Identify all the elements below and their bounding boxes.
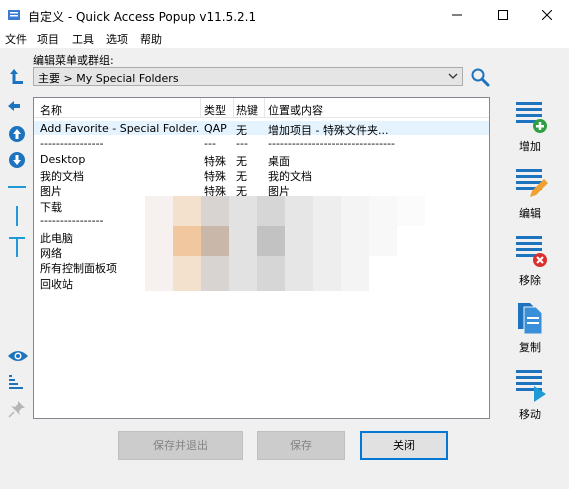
list-item[interactable]: Add Favorite - Special Folder... QAP 无 增…	[34, 121, 489, 137]
move-up-icon[interactable]	[8, 125, 26, 143]
chevron-down-icon	[448, 73, 458, 79]
move-label: 移动	[519, 408, 541, 421]
menu-select[interactable]: 主要 > My Special Folders	[33, 67, 463, 86]
list-header: 名称 类型 热键 位置或内容	[34, 98, 489, 118]
col-hotkey-header[interactable]: 热键	[236, 102, 258, 118]
save-button[interactable]: 保存	[257, 431, 345, 460]
title-bar: 自定义 - Quick Access Popup v11.5.2.1	[0, 0, 569, 30]
menu-items[interactable]: 项目	[37, 31, 59, 47]
minimize-button[interactable]	[434, 0, 479, 30]
edit-menu-label: 编辑菜单或群组:	[33, 54, 114, 67]
copy-label: 复制	[519, 341, 541, 354]
list-item[interactable]: 图片 特殊 无 图片	[34, 182, 489, 198]
close-button[interactable]: 关闭	[360, 431, 448, 460]
window-title: 自定义 - Quick Access Popup v11.5.2.1	[28, 10, 257, 24]
list-item[interactable]: 我的文档 特殊 无 我的文档	[34, 167, 489, 183]
menu-file[interactable]: 文件	[5, 31, 27, 47]
separator-icon[interactable]	[7, 184, 27, 190]
list-item[interactable]: Desktop 特殊 无 桌面	[34, 152, 489, 168]
column-break-icon[interactable]	[7, 205, 27, 227]
minimize-icon	[451, 14, 462, 16]
menu-help[interactable]: 帮助	[140, 31, 162, 47]
redacted-area	[145, 196, 425, 291]
column-divider[interactable]	[200, 98, 201, 118]
pin-icon[interactable]	[8, 400, 26, 418]
search-icon[interactable]	[470, 67, 490, 87]
add-item-icon	[516, 102, 547, 133]
menu-tools[interactable]: 工具	[72, 31, 94, 47]
menu-select-value: 主要 > My Special Folders	[38, 72, 179, 85]
column-divider[interactable]	[264, 98, 265, 118]
remove-label: 移除	[519, 274, 541, 287]
move-down-icon[interactable]	[8, 151, 26, 169]
sort-icon[interactable]	[8, 374, 28, 392]
save-and-exit-button[interactable]: 保存并退出	[118, 431, 243, 460]
column-divider[interactable]	[233, 98, 234, 118]
remove-item-icon	[516, 236, 547, 267]
col-type-header[interactable]: 类型	[204, 102, 226, 118]
copy-icon	[518, 303, 543, 335]
edit-item-icon	[516, 169, 548, 197]
add-label: 增加	[519, 140, 541, 153]
move-item-icon	[516, 370, 546, 402]
maximize-button[interactable]	[480, 0, 525, 30]
eye-icon[interactable]	[7, 348, 29, 364]
text-separator-icon[interactable]	[7, 236, 27, 258]
menu-options[interactable]: 选项	[106, 31, 128, 47]
maximize-icon	[497, 10, 508, 20]
list-item[interactable]: ---------------- --- --- ---------------…	[34, 136, 489, 150]
close-window-button[interactable]	[524, 0, 569, 30]
col-location-header[interactable]: 位置或内容	[268, 102, 323, 118]
col-name-header[interactable]: 名称	[40, 102, 62, 118]
menu-bar: 文件 项目 工具 选项 帮助	[0, 30, 569, 48]
parent-menu-button[interactable]	[8, 66, 28, 86]
edit-label: 编辑	[519, 207, 541, 220]
close-icon	[541, 10, 552, 20]
app-icon	[8, 10, 20, 20]
arrow-left-icon[interactable]	[7, 99, 21, 113]
